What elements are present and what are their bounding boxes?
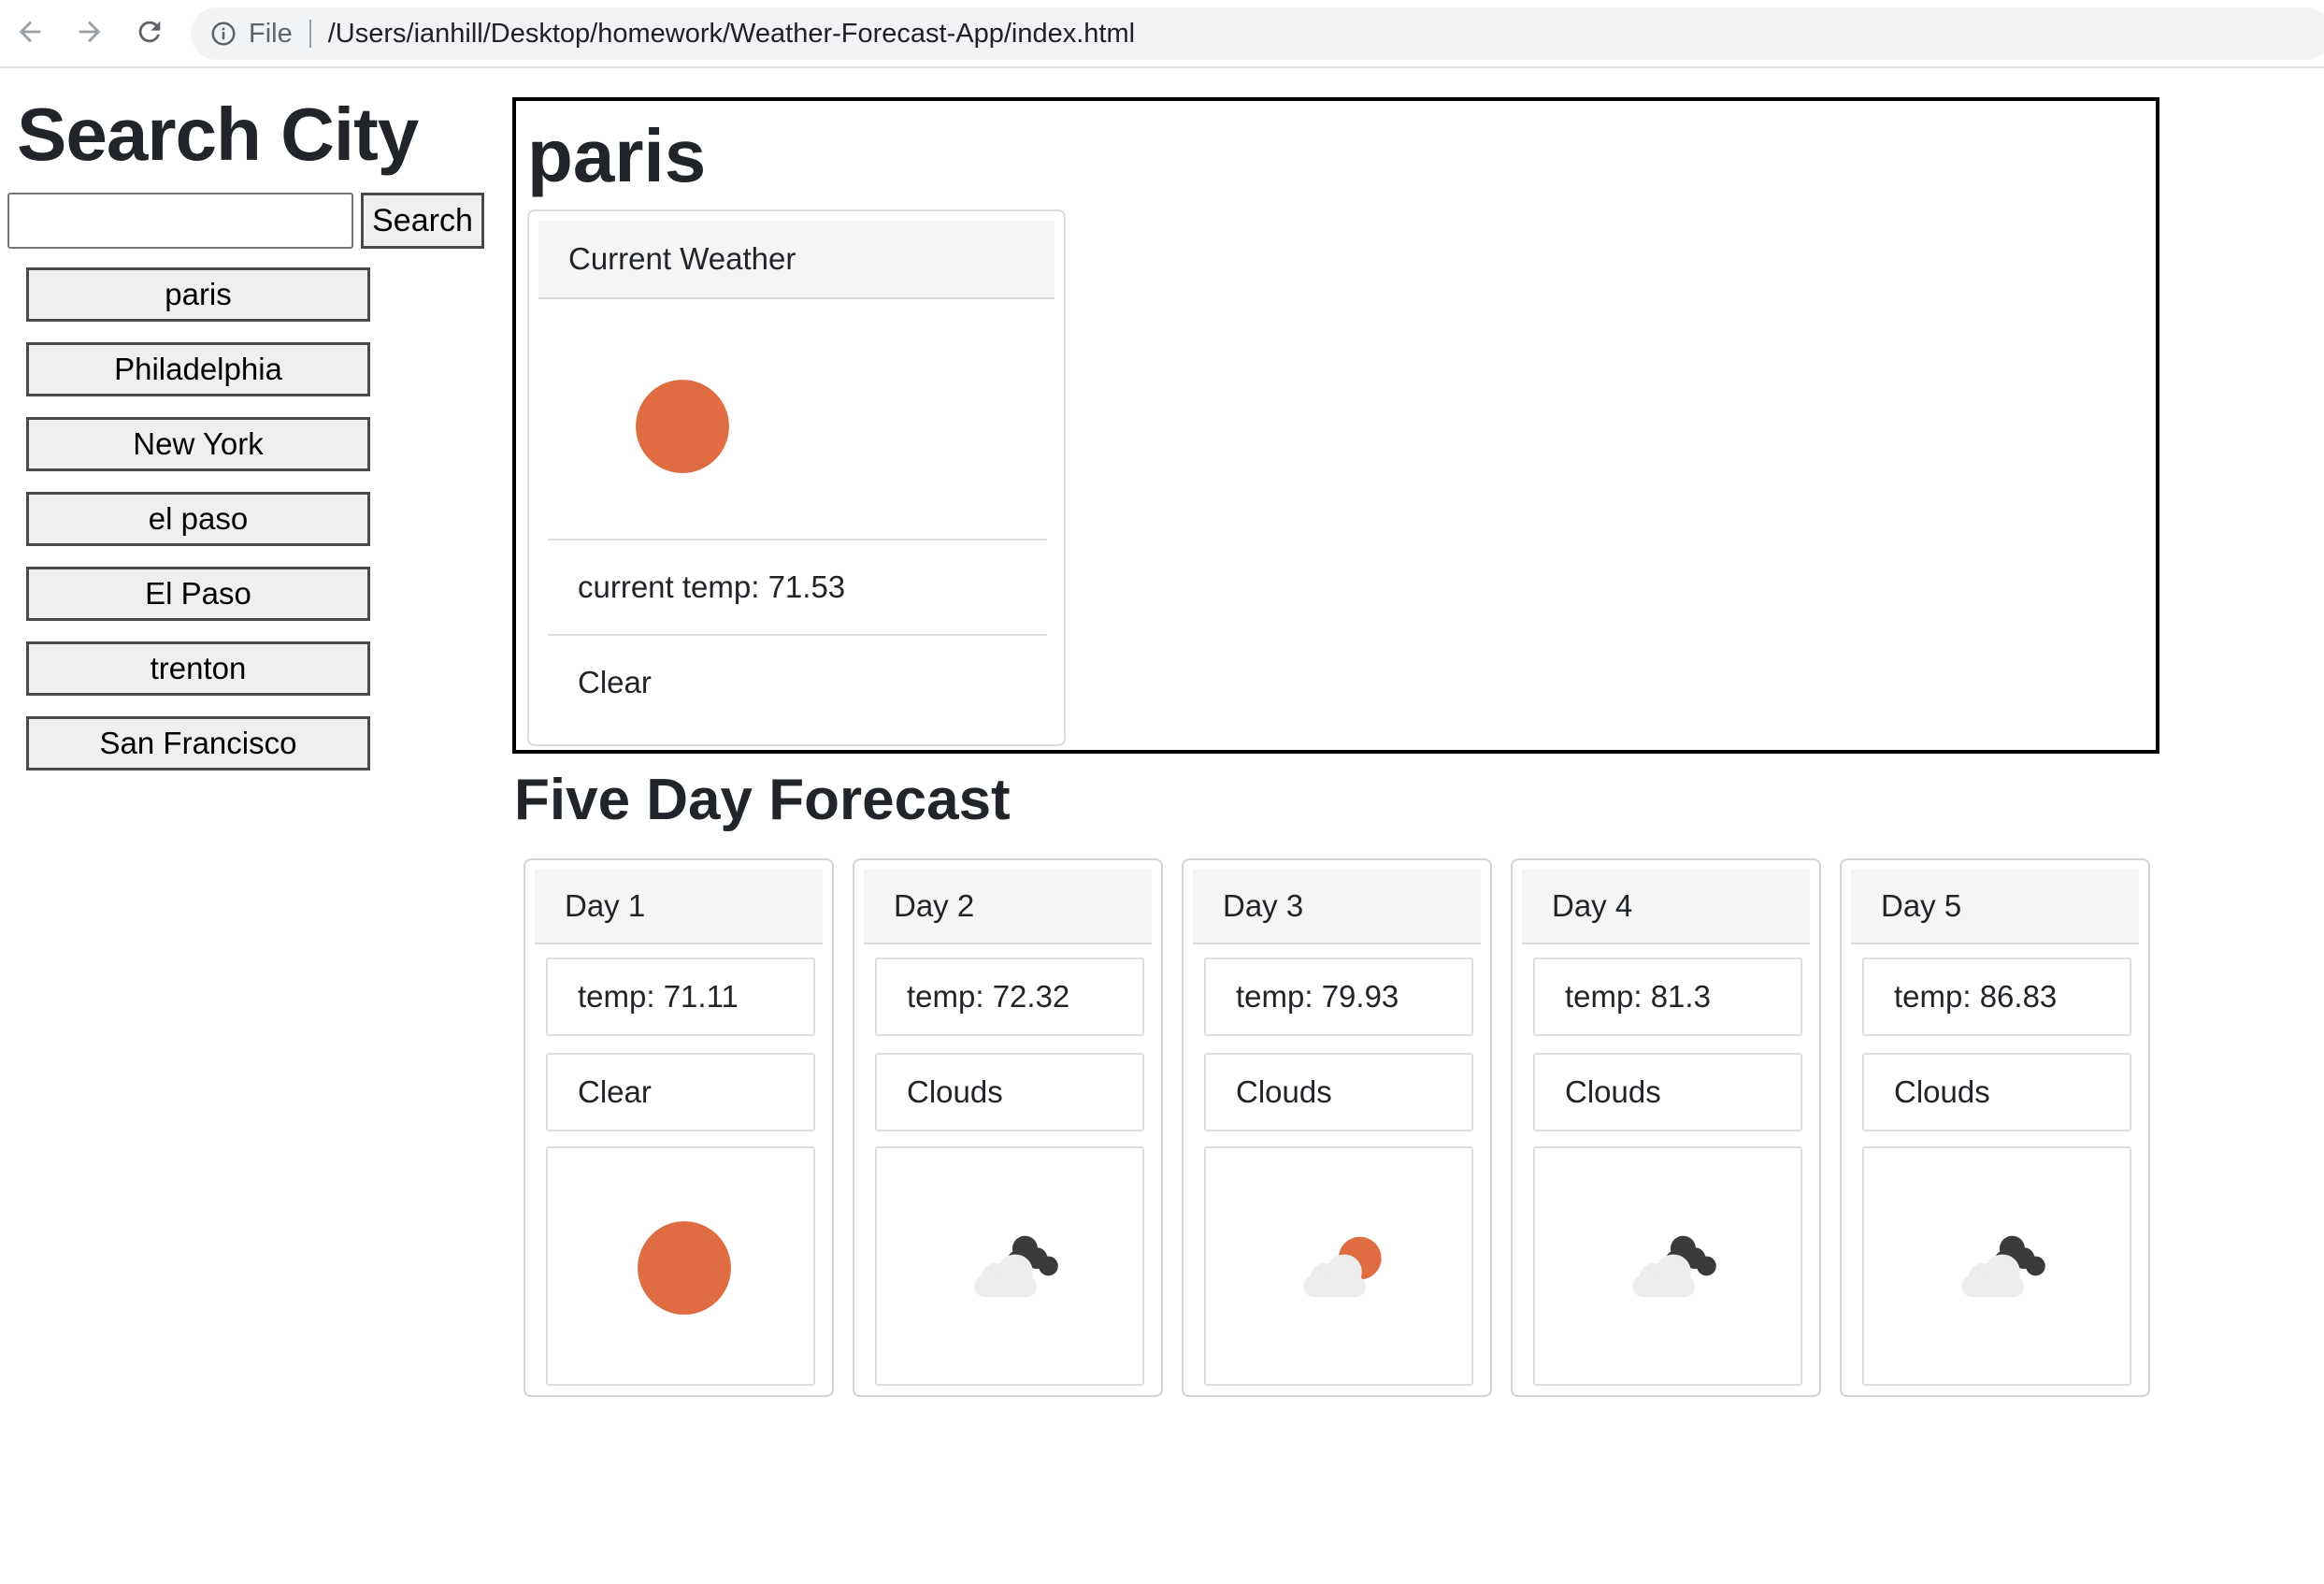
day-icon-container xyxy=(1862,1146,2131,1386)
current-weather-panel: paris Current Weather current temp: 71.5… xyxy=(512,97,2159,754)
few-clouds-icon xyxy=(1303,1236,1382,1298)
broken-clouds-icon xyxy=(1961,1235,2045,1298)
forecast-day-card: Day 2 temp: 72.32 Clouds xyxy=(853,858,1163,1397)
city-history-button[interactable]: San Francisco xyxy=(26,716,370,770)
city-history-button[interactable]: el paso xyxy=(26,492,370,546)
url-text[interactable]: /Users/ianhill/Desktop/homework/Weather-… xyxy=(328,19,1135,50)
day-icon-container xyxy=(1533,1146,1802,1386)
city-history-button[interactable]: Philadelphia xyxy=(26,342,370,396)
day-condition: Clouds xyxy=(1862,1053,2131,1131)
city-history-button[interactable]: El Paso xyxy=(26,567,370,621)
forecast-day-card: Day 5 temp: 86.83 Clouds xyxy=(1840,858,2150,1397)
url-divider xyxy=(308,20,311,48)
current-weather-card: Current Weather current temp: 71.53 Clea… xyxy=(527,209,1066,746)
arrow-right-icon xyxy=(79,21,101,43)
day-icon-container xyxy=(1204,1146,1473,1386)
day-icon-container xyxy=(875,1146,1144,1386)
file-scheme-label: File xyxy=(249,18,293,49)
forecast-day-card: Day 3 temp: 79.93 Clouds xyxy=(1182,858,1492,1397)
day-temp: temp: 81.3 xyxy=(1533,958,1802,1036)
reload-button[interactable] xyxy=(131,13,168,50)
forward-button[interactable] xyxy=(71,13,108,50)
city-search-input[interactable] xyxy=(7,193,353,249)
forecast-day-card: Day 1 temp: 71.11 Clear xyxy=(524,858,834,1397)
day-label: Day 2 xyxy=(864,870,1152,944)
day-condition: Clouds xyxy=(1533,1053,1802,1131)
back-button[interactable] xyxy=(11,13,49,50)
current-weather-header: Current Weather xyxy=(538,221,1054,299)
city-history-button[interactable]: paris xyxy=(26,267,370,322)
broken-clouds-icon xyxy=(1632,1235,1716,1298)
broken-clouds-icon xyxy=(974,1235,1058,1298)
day-label: Day 3 xyxy=(1193,870,1481,944)
forecast-day-card: Day 4 temp: 81.3 Clouds xyxy=(1511,858,1821,1397)
city-history-button[interactable]: trenton xyxy=(26,641,370,696)
city-history-button[interactable]: New York xyxy=(26,417,370,471)
clear-sun-icon xyxy=(636,380,729,473)
current-condition: Clear xyxy=(548,634,1047,729)
day-icon-container xyxy=(546,1146,815,1386)
address-bar[interactable]: File /Users/ianhill/Desktop/homework/Wea… xyxy=(191,7,2324,60)
day-temp: temp: 86.83 xyxy=(1862,958,2131,1036)
day-label: Day 4 xyxy=(1522,870,1810,944)
clear-sun-icon xyxy=(638,1221,731,1315)
forecast-heading: Five Day Forecast xyxy=(514,768,1011,832)
day-condition: Clouds xyxy=(875,1053,1144,1131)
reload-icon xyxy=(138,21,161,43)
arrow-left-icon xyxy=(19,21,41,43)
day-label: Day 5 xyxy=(1851,870,2139,944)
day-condition: Clouds xyxy=(1204,1053,1473,1131)
browser-toolbar: File /Users/ianhill/Desktop/homework/Wea… xyxy=(0,0,2324,68)
day-temp: temp: 71.11 xyxy=(546,958,815,1036)
day-temp: temp: 79.93 xyxy=(1204,958,1473,1036)
day-temp: temp: 72.32 xyxy=(875,958,1144,1036)
day-condition: Clear xyxy=(546,1053,815,1131)
current-city-name: paris xyxy=(527,114,707,197)
info-icon[interactable] xyxy=(209,20,237,48)
search-city-heading: Search City xyxy=(17,93,419,176)
day-label: Day 1 xyxy=(535,870,823,944)
search-button[interactable]: Search xyxy=(361,193,484,249)
current-temp: current temp: 71.53 xyxy=(548,539,1047,634)
